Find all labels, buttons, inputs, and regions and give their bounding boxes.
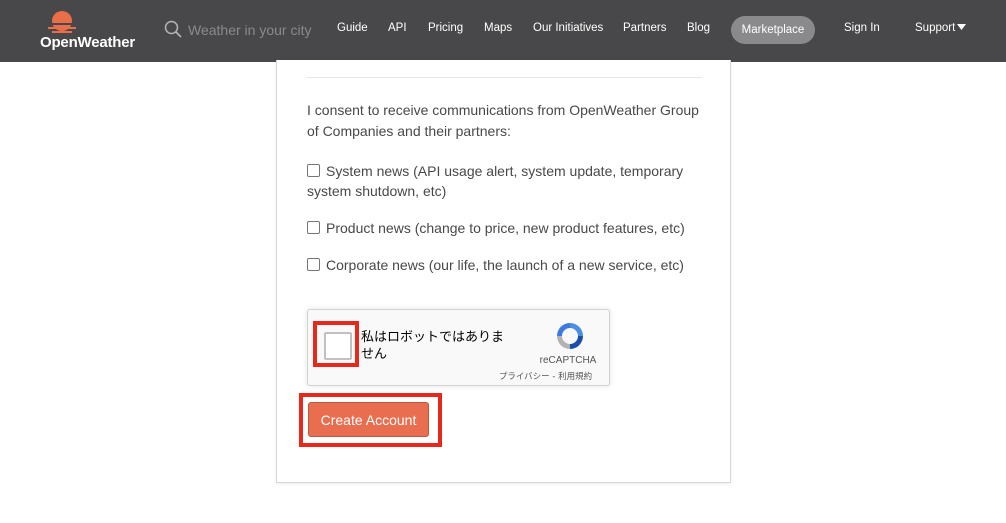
nav-blog[interactable]: Blog — [687, 22, 710, 34]
nav-our-initiatives[interactable]: Our Initiatives — [533, 22, 603, 34]
sun-logo-icon — [46, 11, 78, 33]
recaptcha-checkbox-highlight — [313, 321, 359, 367]
divider — [307, 77, 702, 78]
recaptcha-separator: - — [549, 372, 559, 382]
option-product-news: Product news (change to price, new produ… — [307, 218, 707, 238]
option-system-news: System news (API usage alert, system upd… — [307, 161, 707, 201]
search-input[interactable] — [188, 18, 324, 42]
search-icon[interactable] — [164, 20, 182, 38]
openweather-logo[interactable]: OpenWeather — [40, 8, 136, 54]
nav-api[interactable]: API — [388, 22, 407, 34]
recaptcha-widget: 私はロボットではありません reCAPTCHA プライバシー - 利用規約 — [307, 309, 610, 386]
recaptcha-terms-link[interactable]: 利用規約 — [558, 372, 592, 382]
recaptcha-links: プライバシー - 利用規約 — [488, 370, 603, 382]
product-news-label: Product news (change to price, new produ… — [326, 220, 685, 236]
nav-maps[interactable]: Maps — [484, 22, 512, 34]
recaptcha-label: 私はロボットではありません — [361, 330, 505, 362]
corporate-news-label: Corporate news (our life, the launch of … — [326, 257, 684, 273]
search-bar — [164, 18, 324, 42]
nav-sign-in[interactable]: Sign In — [844, 22, 880, 34]
recaptcha-brand: reCAPTCHA — [539, 355, 597, 366]
system-news-label: System news (API usage alert, system upd… — [307, 163, 684, 199]
corporate-news-checkbox[interactable] — [307, 258, 320, 271]
top-navbar: OpenWeather Guide API Pricing Maps Our I… — [0, 0, 1006, 62]
recaptcha-checkbox[interactable] — [324, 332, 352, 360]
nav-support[interactable]: Support — [915, 22, 967, 34]
caret-down-icon — [957, 24, 967, 30]
create-account-button[interactable]: Create Account — [308, 402, 429, 437]
nav-marketplace[interactable]: Marketplace — [731, 16, 815, 44]
system-news-checkbox[interactable] — [307, 164, 320, 177]
nav-partners[interactable]: Partners — [623, 22, 666, 34]
product-news-checkbox[interactable] — [307, 221, 320, 234]
logo-text: OpenWeather — [40, 34, 136, 51]
nav-guide[interactable]: Guide — [337, 22, 368, 34]
recaptcha-logo-icon — [557, 323, 583, 349]
option-corporate-news: Corporate news (our life, the launch of … — [307, 255, 707, 275]
signup-form-card: I consent to receive communications from… — [276, 60, 731, 483]
recaptcha-privacy-link[interactable]: プライバシー — [499, 372, 550, 382]
nav-pricing[interactable]: Pricing — [428, 22, 463, 34]
consent-text: I consent to receive communications from… — [307, 102, 699, 139]
support-label: Support — [915, 22, 956, 34]
